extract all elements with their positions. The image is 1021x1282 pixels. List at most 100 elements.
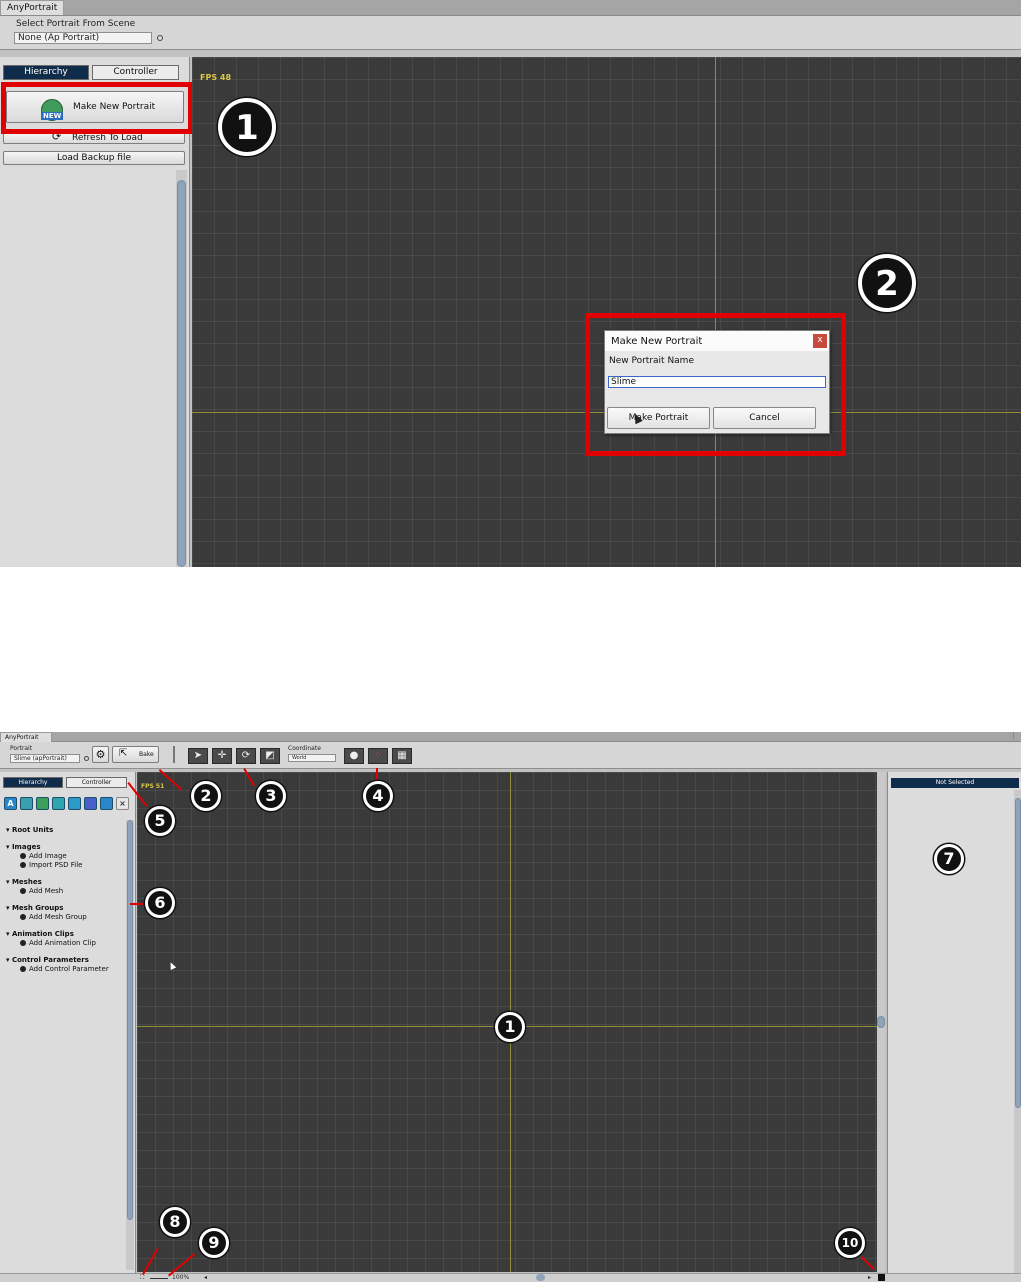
tree-add-animation-clip-label: Add Animation Clip <box>29 939 96 947</box>
tab-hierarchy[interactable]: Hierarchy <box>3 777 63 788</box>
tree-meshes[interactable]: ▾ Meshes <box>6 878 124 887</box>
window-tab[interactable]: AnyPortrait <box>0 0 65 15</box>
tab-controller[interactable]: Controller <box>66 777 127 788</box>
select-portrait-label: Select Portrait From Scene <box>16 19 136 29</box>
object-picker-icon[interactable] <box>84 756 89 761</box>
tree-import-psd-label: Import PSD File <box>29 861 83 869</box>
select-tool-icon[interactable]: ➤ <box>188 748 208 764</box>
tab-controller[interactable]: Controller <box>92 65 179 80</box>
callout-9: 9 <box>199 1228 229 1258</box>
filter-images-icon[interactable] <box>36 797 49 810</box>
filter-all-icon[interactable]: A <box>4 797 17 810</box>
inspector-scrollbar[interactable] <box>1014 790 1021 1278</box>
move-tool-icon[interactable]: ✛ <box>212 748 232 764</box>
add-icon <box>20 914 26 920</box>
bottom-screenshot: AnyPortrait ⋮ Portrait Slime (apPortrait… <box>0 732 1021 1282</box>
callout-10: 10 <box>835 1228 865 1258</box>
sidebar-scroll-thumb[interactable] <box>127 820 133 1220</box>
make-portrait-button[interactable]: Make Portrait <box>607 407 710 429</box>
fps-counter: FPS 51 <box>141 783 165 790</box>
dialog-title: Make New Portrait <box>605 331 829 351</box>
viewport-vertical-scrollbar[interactable] <box>877 772 885 1272</box>
tree-animation-clips[interactable]: ▾ Animation Clips <box>6 930 124 939</box>
portrait-select-field[interactable]: None (Ap Portrait) <box>14 32 152 44</box>
dialog-name-label: New Portrait Name <box>609 356 694 366</box>
window-menu-icon[interactable]: ⋮ <box>1010 732 1017 740</box>
tree-mesh-groups-label: Mesh Groups <box>11 904 64 912</box>
scroll-left-icon[interactable]: ◂ <box>204 1274 207 1281</box>
tree-add-mesh-group[interactable]: Add Mesh Group <box>6 913 124 922</box>
filter-meshes-icon[interactable] <box>52 797 65 810</box>
settings-gear-icon[interactable]: ⚙ <box>92 746 109 763</box>
leader-6 <box>130 903 146 905</box>
bone-visibility-icon[interactable]: ⁘ <box>368 748 388 764</box>
window-tab-strip <box>0 0 1021 16</box>
coordinate-dropdown[interactable]: World <box>288 754 336 762</box>
export-icon: ⇱ <box>119 748 128 759</box>
portrait-name-input[interactable]: Slime <box>608 376 826 388</box>
scale-tool-icon[interactable]: ◩ <box>260 748 280 764</box>
callout-2: 2 <box>191 781 221 811</box>
tree-control-parameters[interactable]: ▾ Control Parameters <box>6 956 124 965</box>
sidebar-scroll-thumb[interactable] <box>177 180 186 567</box>
not-selected-header: Not Selected <box>891 778 1019 788</box>
tree-add-image[interactable]: Add Image <box>6 852 124 861</box>
tab-hierarchy[interactable]: Hierarchy <box>3 65 89 80</box>
dialog-close-button[interactable]: x <box>813 334 827 348</box>
filter-mesh-groups-icon[interactable] <box>68 797 81 810</box>
tree-add-control-parameter-label: Add Control Parameter <box>29 965 109 973</box>
tree-add-control-parameter[interactable]: Add Control Parameter <box>6 965 124 974</box>
callout-1: 1 <box>495 1012 525 1042</box>
filter-animation-icon[interactable] <box>84 797 97 810</box>
coordinate-label: Coordinate <box>288 745 321 752</box>
sidebar-scrollbar[interactable] <box>176 170 187 567</box>
cancel-button[interactable]: Cancel <box>713 407 816 429</box>
inspector-scroll-thumb[interactable] <box>1015 798 1021 1108</box>
panel-toggle-icon[interactable] <box>878 1274 885 1281</box>
bake-label: Bake <box>139 751 154 758</box>
left-sidebar: Hierarchy Controller A × ▾ Root Units ▾ … <box>0 772 136 1273</box>
viewport-horizontal-thumb[interactable] <box>536 1274 545 1281</box>
highlight-box-make-new-portrait <box>1 82 193 134</box>
load-backup-button[interactable]: Load Backup file <box>3 151 185 165</box>
hierarchy-tree: ▾ Root Units ▾ Images Add Image Import P… <box>6 826 124 974</box>
portrait-select-header: Select Portrait From Scene None (Ap Port… <box>0 16 1021 50</box>
import-icon <box>20 862 26 868</box>
toolbar-separator <box>173 746 175 763</box>
portrait-field[interactable]: Slime (apPortrait) <box>10 754 80 763</box>
tree-add-mesh-label: Add Mesh <box>29 887 64 895</box>
onion-skin-icon[interactable]: ● <box>344 748 364 764</box>
status-bar: ⛶ 100% ◂ ▸ <box>0 1273 1021 1282</box>
rotate-tool-icon[interactable]: ⟳ <box>236 748 256 764</box>
object-picker-icon[interactable] <box>157 35 163 41</box>
tree-import-psd[interactable]: Import PSD File <box>6 861 124 870</box>
sidebar-scrollbar[interactable] <box>126 820 134 1270</box>
tree-mesh-groups[interactable]: ▾ Mesh Groups <box>6 904 124 913</box>
callout-2: 2 <box>858 254 916 312</box>
tree-add-animation-clip[interactable]: Add Animation Clip <box>6 939 124 948</box>
callout-1: 1 <box>218 98 276 156</box>
add-icon <box>20 966 26 972</box>
window-tab-strip <box>0 732 1021 742</box>
zoom-slider[interactable] <box>150 1278 168 1279</box>
bake-button[interactable]: ⇱ Bake <box>112 746 159 763</box>
filter-control-params-icon[interactable] <box>100 797 113 810</box>
tree-images[interactable]: ▾ Images <box>6 843 124 852</box>
main-toolbar: Portrait Slime (apPortrait) ⚙ ⇱ Bake ➤ ✛… <box>0 742 1021 769</box>
scroll-right-icon[interactable]: ▸ <box>868 1274 871 1281</box>
viewport-vertical-thumb[interactable] <box>877 1016 885 1028</box>
tree-control-parameters-label: Control Parameters <box>11 956 89 964</box>
tree-root-units[interactable]: ▾ Root Units <box>6 826 124 835</box>
filter-root-units-icon[interactable] <box>20 797 33 810</box>
window-tab[interactable]: AnyPortrait <box>0 732 52 742</box>
viewport-grid[interactable]: FPS 48 <box>192 57 1021 567</box>
tree-add-mesh[interactable]: Add Mesh <box>6 887 124 896</box>
tree-root-units-label: Root Units <box>11 826 54 834</box>
add-icon <box>20 940 26 946</box>
mesh-visibility-icon[interactable]: ▦ <box>392 748 412 764</box>
filter-clear-icon[interactable]: × <box>116 797 129 810</box>
callout-5: 5 <box>145 806 175 836</box>
tree-animation-clips-label: Animation Clips <box>11 930 74 938</box>
viewport-y-axis <box>715 57 716 567</box>
tree-add-mesh-group-label: Add Mesh Group <box>29 913 87 921</box>
